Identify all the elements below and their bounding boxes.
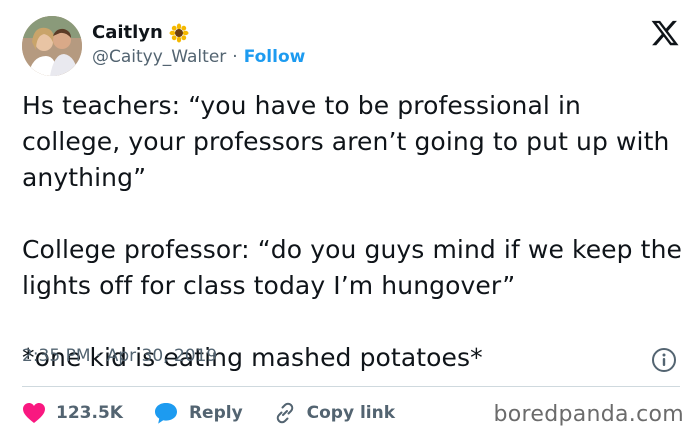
separator-dot: · xyxy=(232,47,238,67)
reply-button[interactable]: Reply xyxy=(153,401,243,425)
author-block: Caitlyn @Caityy_Walter · Follow xyxy=(92,22,305,67)
action-bar: 123.5K Reply Copy link xyxy=(22,397,425,429)
link-icon xyxy=(276,402,293,424)
sunflower-icon xyxy=(169,23,189,43)
tweet-header: Caitlyn @Caityy_Walter · Follow xyxy=(22,16,680,80)
display-name[interactable]: Caitlyn xyxy=(92,22,163,43)
author-handle[interactable]: @Caityy_Walter xyxy=(92,47,226,67)
like-count: 123.5K xyxy=(56,403,123,423)
tweet-timestamp[interactable]: 2:35 PM · Apr 30, 2019 xyxy=(22,346,217,366)
info-icon[interactable] xyxy=(651,347,677,373)
copy-link-label: Copy link xyxy=(306,403,396,423)
x-logo-icon[interactable] xyxy=(650,18,680,48)
copy-link-button[interactable]: Copy link xyxy=(273,401,395,425)
watermark: boredpanda.com xyxy=(493,402,684,427)
reply-bubble-icon xyxy=(154,403,177,424)
follow-button[interactable]: Follow xyxy=(244,47,306,67)
avatar[interactable] xyxy=(22,16,82,76)
heart-icon xyxy=(23,403,45,423)
divider xyxy=(22,386,680,387)
tweet-text: Hs teachers: “you have to be professiona… xyxy=(22,91,682,372)
like-button[interactable]: 123.5K xyxy=(22,402,123,424)
reply-label: Reply xyxy=(188,403,243,423)
